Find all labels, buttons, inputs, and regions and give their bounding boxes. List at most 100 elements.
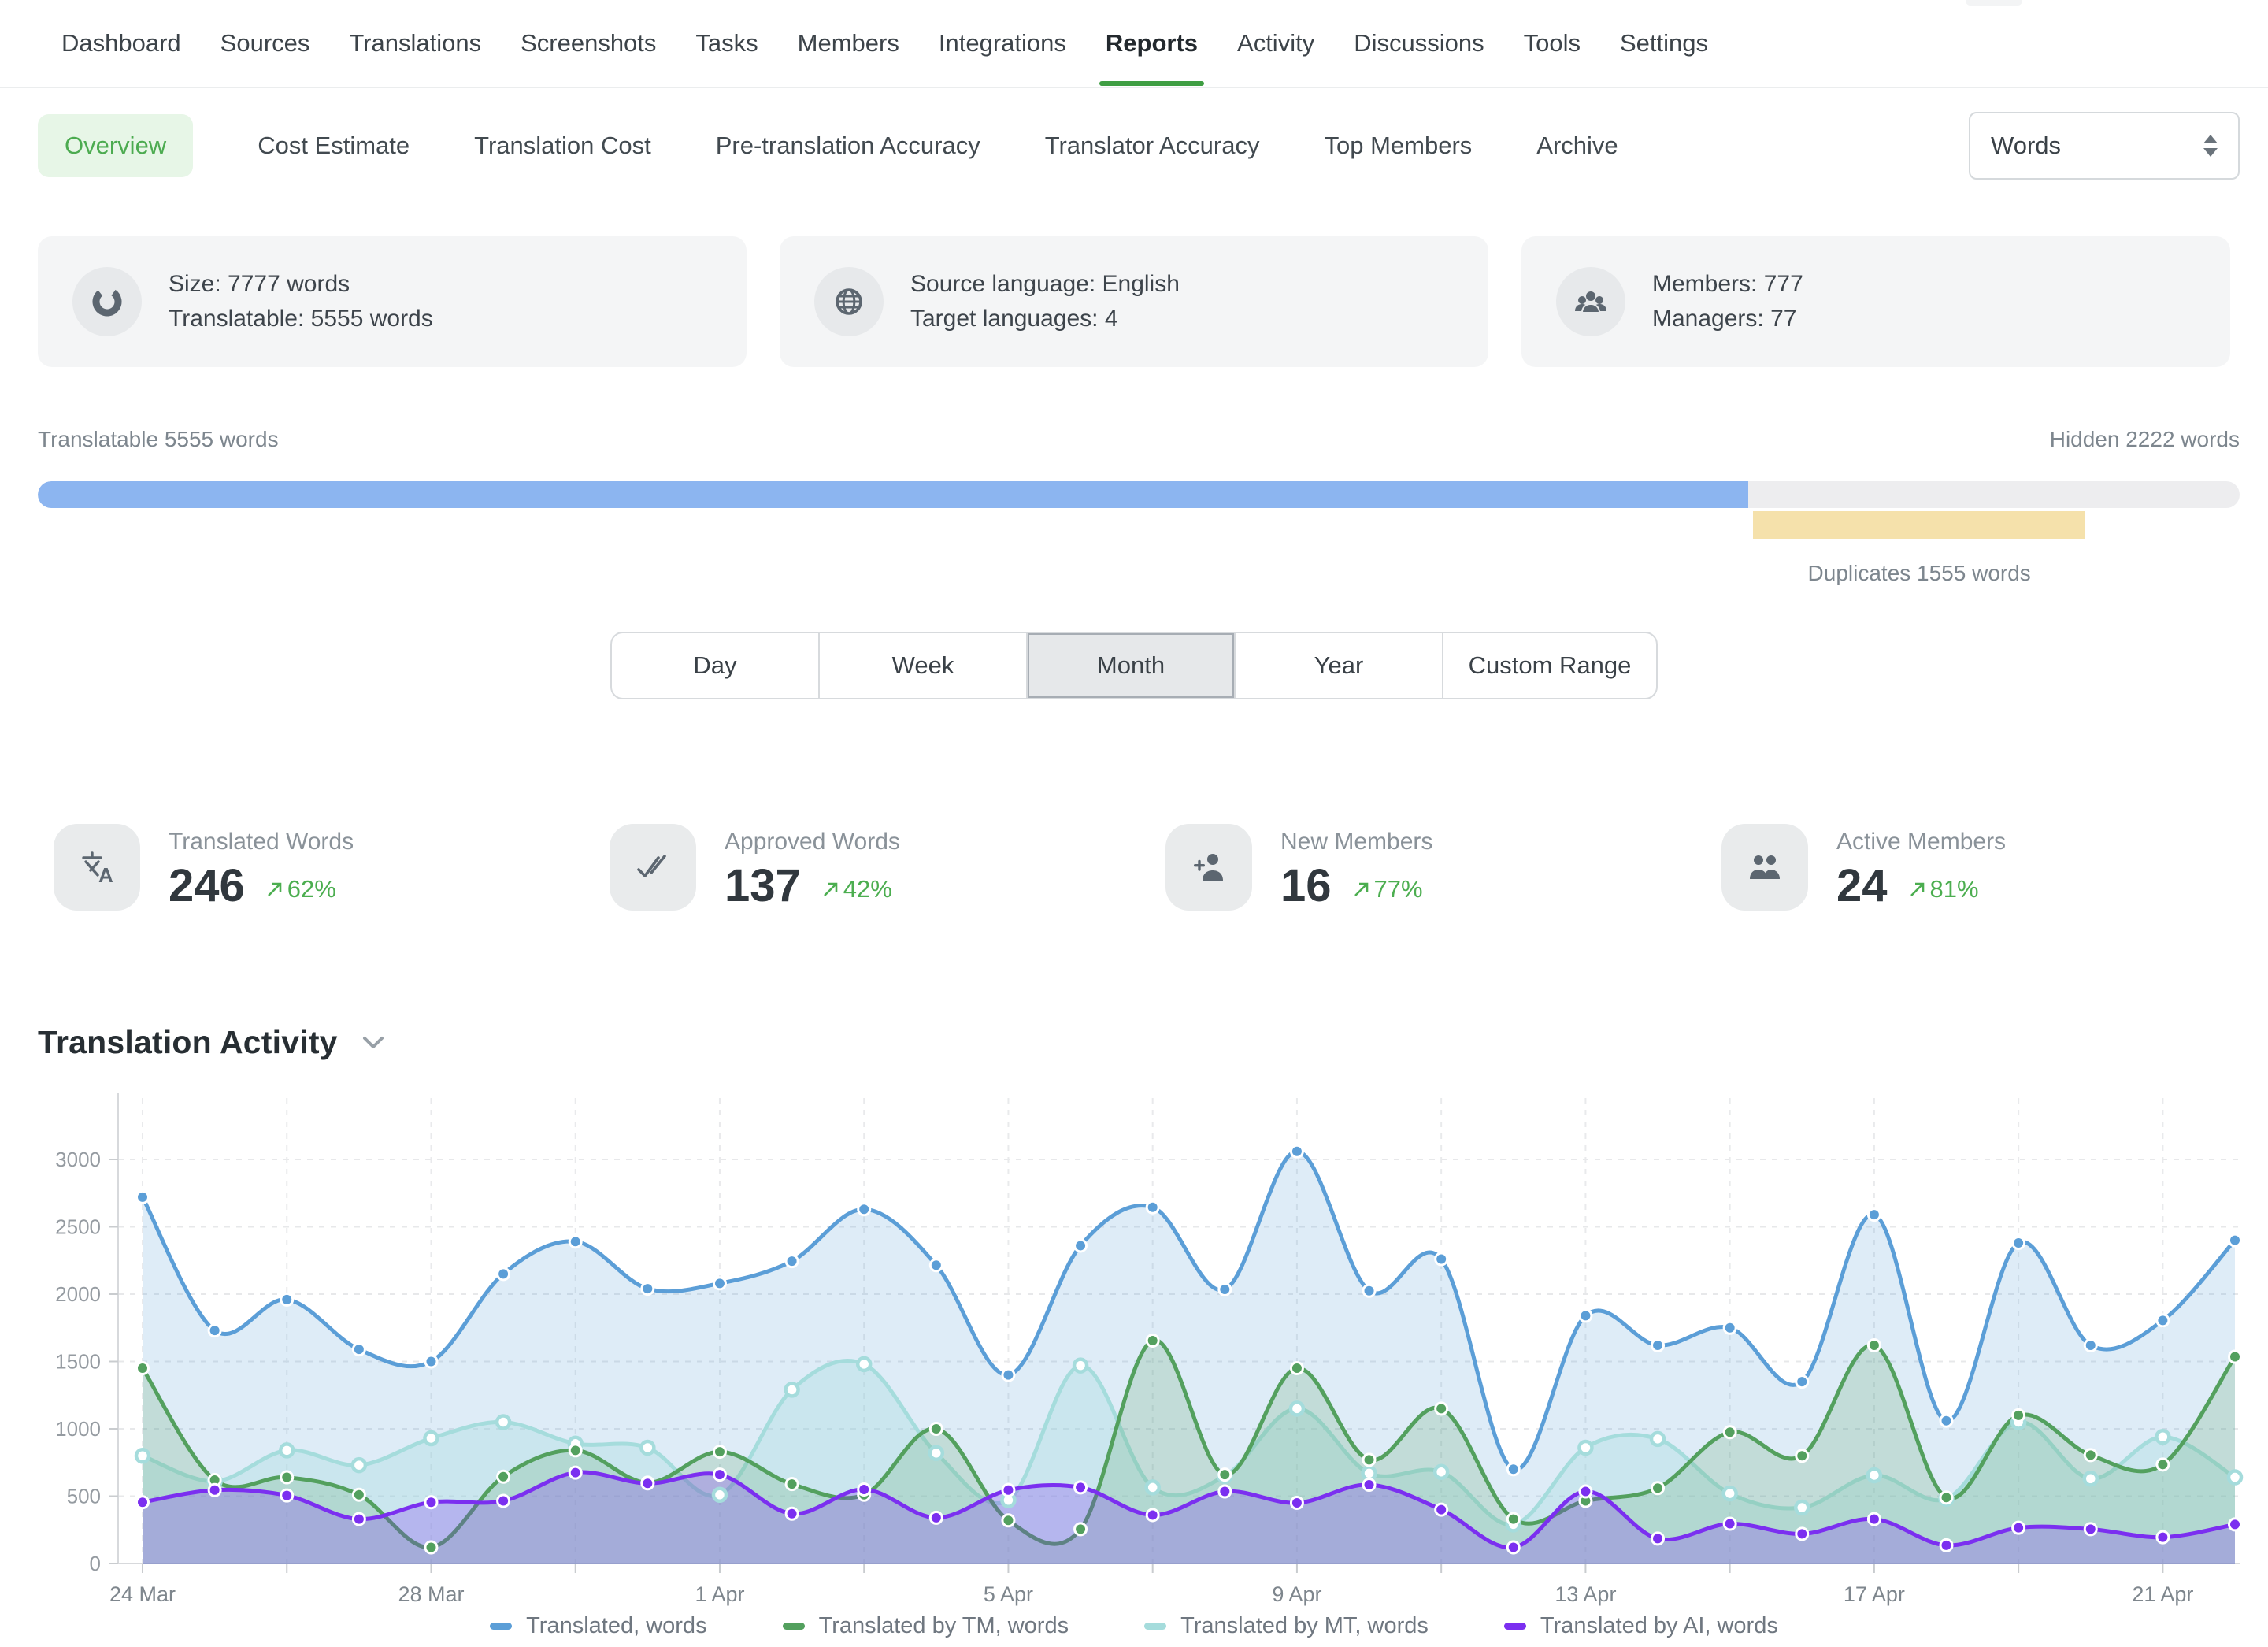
- stat-trend: 42%: [821, 875, 892, 903]
- svg-text:24 Mar: 24 Mar: [109, 1582, 176, 1606]
- stat-value: 16: [1280, 863, 1332, 909]
- select-arrows-icon: [2203, 135, 2218, 157]
- nav-item-members[interactable]: Members: [796, 2, 901, 84]
- translated-words-stat: A Translated Words 246 62%: [54, 824, 610, 911]
- nav-item-screenshots[interactable]: Screenshots: [519, 2, 658, 84]
- managers-line: Managers: 77: [1652, 302, 1803, 336]
- stat-label: Translated Words: [169, 829, 354, 855]
- legend-translated-by-mt[interactable]: Translated by MT, words: [1144, 1613, 1429, 1639]
- svg-text:21 Apr: 21 Apr: [2132, 1582, 2193, 1606]
- svg-text:17 Apr: 17 Apr: [1844, 1582, 1905, 1606]
- svg-text:A: A: [98, 863, 113, 886]
- range-tab-month[interactable]: Month: [1026, 633, 1234, 698]
- source-language-line: Source language: English: [910, 267, 1180, 302]
- tab-translator-accuracy[interactable]: Translator Accuracy: [1045, 132, 1260, 160]
- stat-label: New Members: [1280, 829, 1432, 855]
- nav-item-discussions[interactable]: Discussions: [1352, 2, 1485, 84]
- unit-select-value: Words: [1991, 132, 2061, 160]
- duplicates-label: Duplicates 1555 words: [1808, 561, 2031, 586]
- active-members-stat: Active Members 24 81%: [1721, 824, 2268, 911]
- report-tabs: Overview Cost Estimate Translation Cost …: [38, 112, 2240, 180]
- svg-text:2000: 2000: [55, 1282, 101, 1306]
- legend-marker-translated: [490, 1623, 512, 1630]
- legend-translated-by-ai[interactable]: Translated by AI, words: [1504, 1613, 1778, 1639]
- tab-top-members[interactable]: Top Members: [1324, 132, 1472, 160]
- trend-up-icon: [1908, 880, 1927, 899]
- person-plus-icon: [1166, 824, 1252, 911]
- legend-translated-by-tm[interactable]: Translated by TM, words: [783, 1613, 1069, 1639]
- stat-trend: 77%: [1352, 875, 1423, 903]
- svg-text:1 Apr: 1 Apr: [695, 1582, 744, 1606]
- stat-trend: 81%: [1908, 875, 1979, 903]
- date-range-tabs: Day Week Month Year Custom Range: [610, 632, 1658, 699]
- nav-item-tools[interactable]: Tools: [1522, 2, 1582, 84]
- nav-item-activity[interactable]: Activity: [1236, 2, 1316, 84]
- approved-words-stat: Approved Words 137 42%: [610, 824, 1166, 911]
- svg-text:5 Apr: 5 Apr: [984, 1582, 1033, 1606]
- kpi-stats: A Translated Words 246 62%: [54, 824, 2268, 911]
- members-line: Members: 777: [1652, 267, 1803, 302]
- stat-trend: 62%: [265, 875, 336, 903]
- project-navigation: Dashboard Sources Translations Screensho…: [0, 0, 2268, 88]
- nav-item-dashboard[interactable]: Dashboard: [60, 2, 183, 84]
- capacity-bar: [38, 481, 2240, 508]
- stat-label: Active Members: [1836, 829, 2006, 855]
- hidden-label: Hidden 2222 words: [2050, 427, 2240, 452]
- size-card: Size: 7777 words Translatable: 5555 word…: [38, 236, 747, 367]
- languages-card: Source language: English Target language…: [780, 236, 1488, 367]
- reports-overview-page: Dashboard Sources Translations Screensho…: [0, 0, 2268, 1647]
- nav-item-integrations[interactable]: Integrations: [937, 2, 1068, 84]
- nav-item-settings[interactable]: Settings: [1618, 2, 1710, 84]
- svg-text:1000: 1000: [55, 1417, 101, 1441]
- legend-marker-ai: [1504, 1623, 1526, 1630]
- svg-text:0: 0: [90, 1552, 101, 1575]
- tab-archive[interactable]: Archive: [1536, 132, 1618, 160]
- svg-text:2500: 2500: [55, 1215, 101, 1239]
- legend-translated[interactable]: Translated, words: [490, 1613, 706, 1639]
- tab-pre-translation-accuracy[interactable]: Pre-translation Accuracy: [716, 132, 980, 160]
- duplicates-bar: [1753, 511, 2085, 539]
- tab-translation-cost[interactable]: Translation Cost: [474, 132, 651, 160]
- svg-text:28 Mar: 28 Mar: [398, 1582, 464, 1606]
- tab-cost-estimate[interactable]: Cost Estimate: [258, 132, 410, 160]
- svg-text:500: 500: [67, 1485, 101, 1508]
- range-tab-custom-range[interactable]: Custom Range: [1442, 633, 1656, 698]
- svg-text:9 Apr: 9 Apr: [1272, 1582, 1321, 1606]
- stat-value: 246: [169, 863, 245, 909]
- target-languages-line: Target languages: 4: [910, 302, 1180, 336]
- legend-marker-tm: [783, 1623, 805, 1630]
- svg-text:1500: 1500: [55, 1350, 101, 1374]
- size-line: Size: 7777 words: [169, 267, 433, 302]
- trend-up-icon: [821, 880, 840, 899]
- double-check-icon: [610, 824, 696, 911]
- range-tab-day[interactable]: Day: [612, 633, 818, 698]
- capacity-bar-labels: Translatable 5555 words Hidden 2222 word…: [38, 427, 2240, 452]
- legend-marker-mt: [1144, 1623, 1166, 1630]
- translation-activity-header: Translation Activity: [38, 1024, 385, 1061]
- progress-ring-icon: [72, 267, 142, 336]
- stat-value: 24: [1836, 863, 1888, 909]
- stat-value: 137: [724, 863, 801, 909]
- translatable-line: Translatable: 5555 words: [169, 302, 433, 336]
- tab-overview[interactable]: Overview: [38, 114, 193, 177]
- trend-up-icon: [265, 880, 284, 899]
- project-summary-cards: Size: 7777 words Translatable: 5555 word…: [38, 236, 2230, 367]
- nav-item-translations[interactable]: Translations: [347, 2, 483, 84]
- activity-area-chart: 0 500 1000 1500 2000 2500 3000 24 Mar 28 Mar 1 Ap…: [0, 1087, 2268, 1607]
- stat-label: Approved Words: [724, 829, 900, 855]
- nav-item-tasks[interactable]: Tasks: [694, 2, 759, 84]
- new-members-stat: New Members 16 77%: [1166, 824, 1721, 911]
- range-tab-week[interactable]: Week: [818, 633, 1026, 698]
- chart-legend: Translated, words Translated by TM, word…: [0, 1613, 2268, 1639]
- translatable-label: Translatable 5555 words: [38, 427, 279, 452]
- svg-text:3000: 3000: [55, 1148, 101, 1171]
- range-tab-year[interactable]: Year: [1234, 633, 1442, 698]
- members-group-icon: [1556, 267, 1625, 336]
- members-card: Members: 777 Managers: 77: [1521, 236, 2230, 367]
- svg-text:13 Apr: 13 Apr: [1555, 1582, 1616, 1606]
- chevron-down-icon[interactable]: [361, 1035, 385, 1051]
- nav-item-reports[interactable]: Reports: [1104, 2, 1199, 84]
- nav-item-sources[interactable]: Sources: [219, 2, 312, 84]
- translatable-fill: [38, 481, 1748, 508]
- unit-select[interactable]: Words: [1969, 112, 2240, 180]
